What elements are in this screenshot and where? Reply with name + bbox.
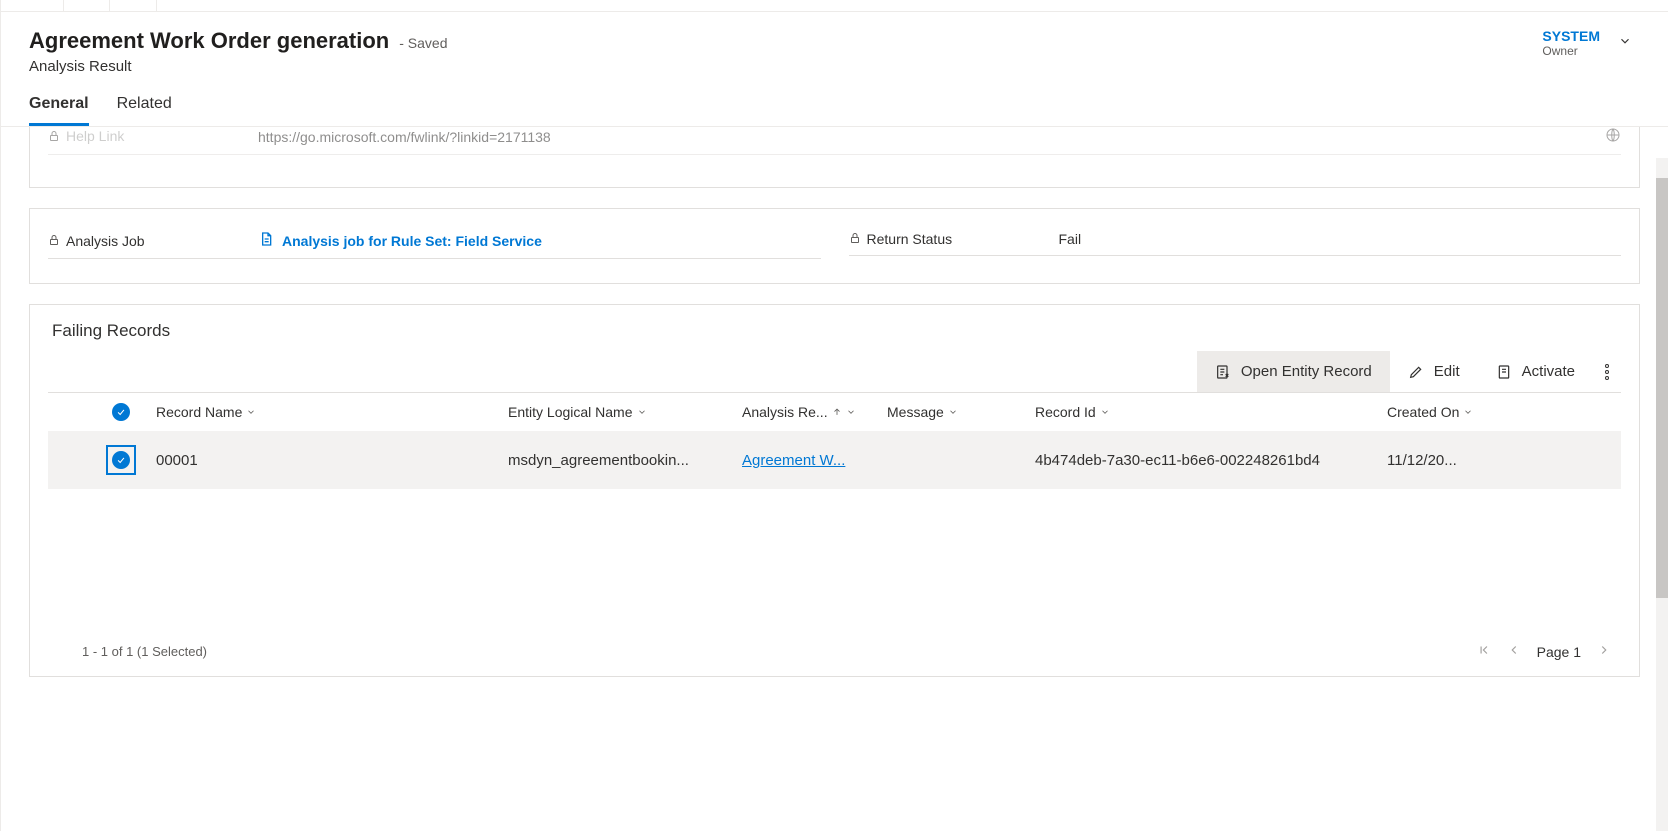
- col-label: Message: [887, 404, 944, 420]
- activate-button[interactable]: Activate: [1478, 351, 1593, 392]
- first-page-button[interactable]: [1477, 643, 1491, 660]
- grid-header: Record Name Entity Logical Name Analysis…: [48, 393, 1621, 431]
- entity-subtitle: Analysis Result: [29, 58, 1542, 75]
- chevron-down-icon[interactable]: [1618, 34, 1632, 48]
- record-count-text: 1 - 1 of 1 (1 Selected): [82, 644, 207, 659]
- chevron-down-icon: [1100, 404, 1110, 420]
- window-tab-strip: [1, 0, 1668, 12]
- analysis-result-link[interactable]: Agreement W...: [742, 452, 845, 469]
- owner-label: Owner: [1542, 44, 1600, 58]
- owner-value: SYSTEM: [1542, 28, 1600, 44]
- chevron-down-icon: [846, 404, 856, 420]
- field-analysis-job[interactable]: Analysis Job Analysis job for Rule Set: …: [48, 219, 821, 259]
- col-label: Record Name: [156, 404, 242, 420]
- title-block: Agreement Work Order generation - Saved …: [29, 28, 1542, 75]
- field-label-return-status: Return Status: [867, 231, 953, 247]
- grid-footer: 1 - 1 of 1 (1 Selected) Page 1: [48, 629, 1621, 666]
- field-return-status[interactable]: Return Status Fail: [849, 219, 1622, 256]
- chevron-down-icon: [246, 404, 256, 420]
- section-analysis-status: Analysis Job Analysis job for Rule Set: …: [29, 208, 1640, 284]
- document-icon: [258, 231, 274, 250]
- lock-icon: [48, 129, 60, 145]
- col-label: Created On: [1387, 404, 1459, 420]
- record-form: Agreement Work Order generation - Saved …: [0, 0, 1668, 831]
- form-tabs: General Related: [1, 75, 1668, 127]
- field-label-analysis-job: Analysis Job: [66, 233, 145, 249]
- select-all-checkbox[interactable]: [86, 403, 156, 421]
- col-message[interactable]: Message: [887, 404, 1035, 420]
- more-commands-button[interactable]: [1593, 352, 1621, 392]
- chevron-down-icon: [1463, 404, 1473, 420]
- page-label: Page 1: [1537, 644, 1581, 660]
- cell-entity-logical-name: msdyn_agreementbookin...: [508, 452, 742, 469]
- col-created-on[interactable]: Created On: [1387, 404, 1621, 420]
- cmd-label: Activate: [1522, 363, 1575, 380]
- chevron-down-icon: [637, 404, 647, 420]
- section-helplink: Help Link https://go.microsoft.com/fwlin…: [29, 127, 1640, 188]
- globe-icon[interactable]: [1605, 127, 1621, 146]
- field-value-analysis-job[interactable]: Analysis job for Rule Set: Field Service: [258, 231, 821, 250]
- pager: Page 1: [1477, 643, 1611, 660]
- owner-block[interactable]: SYSTEM Owner: [1542, 28, 1632, 58]
- form-content: Help Link https://go.microsoft.com/fwlin…: [1, 127, 1668, 767]
- open-entity-record-button[interactable]: Open Entity Record: [1197, 351, 1390, 392]
- page-title: Agreement Work Order generation: [29, 28, 389, 54]
- row-checkbox[interactable]: [106, 445, 136, 475]
- tab-general[interactable]: General: [29, 95, 89, 126]
- help-link-url: https://go.microsoft.com/fwlink/?linkid=…: [258, 129, 551, 145]
- form-header: Agreement Work Order generation - Saved …: [1, 12, 1668, 75]
- check-circle-icon: [112, 451, 130, 469]
- field-value-help-link: https://go.microsoft.com/fwlink/?linkid=…: [258, 127, 1621, 146]
- field-label-help-link: Help Link: [66, 128, 124, 144]
- saved-state: - Saved: [399, 35, 447, 51]
- section-failing-records: Failing Records Open Entity Record Edit …: [29, 304, 1640, 677]
- col-label: Entity Logical Name: [508, 404, 633, 420]
- tab-related[interactable]: Related: [117, 95, 172, 126]
- cmd-label: Open Entity Record: [1241, 363, 1372, 380]
- lock-icon: [849, 231, 861, 247]
- cell-analysis-result[interactable]: Agreement W...: [742, 452, 887, 469]
- chevron-down-icon: [948, 404, 958, 420]
- analysis-job-link[interactable]: Analysis job for Rule Set: Field Service: [282, 233, 542, 249]
- col-record-id[interactable]: Record Id: [1035, 404, 1387, 420]
- field-help-link[interactable]: Help Link https://go.microsoft.com/fwlin…: [48, 127, 1621, 155]
- edit-button[interactable]: Edit: [1390, 351, 1478, 392]
- prev-page-button[interactable]: [1507, 643, 1521, 660]
- section-title-failing-records: Failing Records: [52, 321, 1621, 341]
- col-label: Record Id: [1035, 404, 1096, 420]
- cell-record-id: 4b474deb-7a30-ec11-b6e6-002248261bd4: [1035, 452, 1387, 469]
- grid-command-bar: Open Entity Record Edit Activate: [48, 351, 1621, 393]
- next-page-button[interactable]: [1597, 643, 1611, 660]
- cell-record-name: 00001: [156, 452, 508, 469]
- grid-empty-space: [48, 489, 1621, 629]
- cell-created-on: 11/12/20...: [1387, 452, 1621, 469]
- vertical-scrollbar[interactable]: [1656, 158, 1668, 831]
- col-label: Analysis Re...: [742, 404, 828, 420]
- lock-icon: [48, 233, 60, 249]
- scrollbar-thumb[interactable]: [1656, 178, 1668, 598]
- sort-asc-icon: [832, 404, 842, 420]
- field-value-return-status: Fail: [1059, 231, 1622, 247]
- check-circle-icon: [112, 403, 130, 421]
- cmd-label: Edit: [1434, 363, 1460, 380]
- col-analysis-result[interactable]: Analysis Re...: [742, 404, 887, 420]
- table-row[interactable]: 00001 msdyn_agreementbookin... Agreement…: [48, 431, 1621, 489]
- col-record-name[interactable]: Record Name: [156, 404, 508, 420]
- col-entity-logical-name[interactable]: Entity Logical Name: [508, 404, 742, 420]
